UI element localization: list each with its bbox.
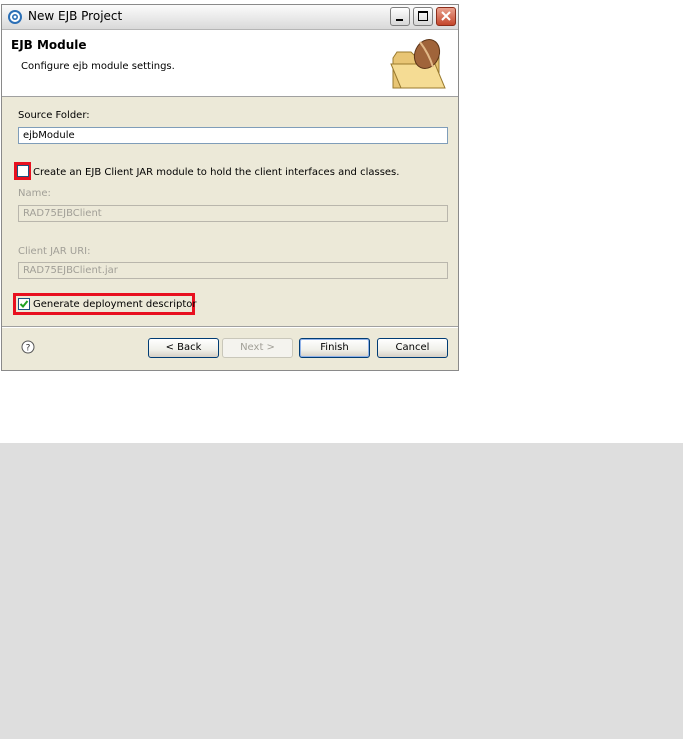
cancel-button[interactable]: Cancel xyxy=(377,338,448,358)
wizard-banner: EJB Module Configure ejb module settings… xyxy=(2,30,458,97)
client-jar-uri-label: Client JAR URI: xyxy=(18,246,91,257)
window-title: New EJB Project xyxy=(28,9,123,23)
back-button[interactable]: < Back xyxy=(148,338,219,358)
new-ejb-project-dialog: New EJB Project EJB Module Configure ejb… xyxy=(1,4,459,371)
deployment-descriptor-checkbox[interactable] xyxy=(18,298,30,310)
page-title: EJB Module xyxy=(11,38,87,52)
background-panel xyxy=(0,443,683,739)
close-icon xyxy=(441,11,451,21)
ejb-folder-bean-icon xyxy=(390,38,446,89)
wizard-content: Source Folder: ejbModule Create an EJB C… xyxy=(2,97,458,325)
minimize-icon xyxy=(396,19,403,21)
finish-button[interactable]: Finish xyxy=(299,338,370,358)
client-jar-checkbox-label[interactable]: Create an EJB Client JAR module to hold … xyxy=(33,167,399,178)
page-description: Configure ejb module settings. xyxy=(21,61,175,72)
next-button[interactable]: Next > xyxy=(222,338,293,358)
close-button[interactable] xyxy=(436,7,456,26)
name-field[interactable]: RAD75EJBClient xyxy=(18,205,448,222)
deployment-descriptor-label[interactable]: Generate deployment descriptor xyxy=(33,299,196,310)
client-jar-checkbox[interactable] xyxy=(17,165,29,177)
maximize-icon xyxy=(418,11,428,21)
title-bar[interactable]: New EJB Project xyxy=(2,5,458,30)
client-jar-uri-field[interactable]: RAD75EJBClient.jar xyxy=(18,262,448,279)
checkmark-icon xyxy=(19,300,29,308)
source-folder-field[interactable]: ejbModule xyxy=(18,127,448,144)
name-label: Name: xyxy=(18,188,51,199)
help-icon[interactable]: ? xyxy=(21,340,35,354)
svg-text:?: ? xyxy=(26,344,31,354)
maximize-button[interactable] xyxy=(413,7,433,26)
eclipse-icon xyxy=(8,10,22,24)
minimize-button[interactable] xyxy=(390,7,410,26)
source-folder-label: Source Folder: xyxy=(18,110,90,121)
button-bar-separator xyxy=(2,326,458,328)
